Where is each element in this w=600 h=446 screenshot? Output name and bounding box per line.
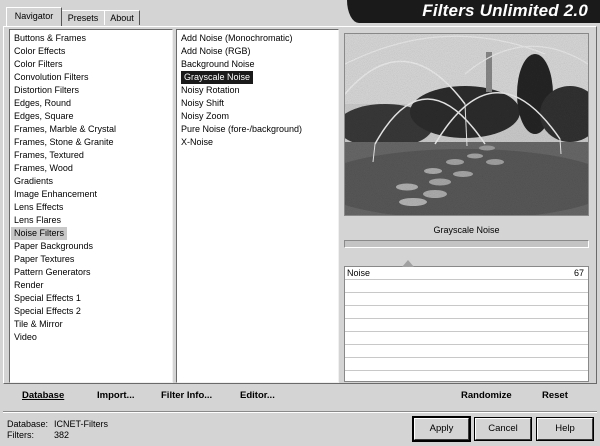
reset-button[interactable]: Reset — [542, 390, 568, 401]
category-item[interactable]: Image Enhancement — [10, 188, 172, 201]
filter-item[interactable]: Grayscale Noise — [181, 71, 254, 84]
category-item[interactable]: Video — [10, 331, 172, 344]
editor-label: Editor... — [240, 390, 275, 401]
param-row-empty — [345, 332, 588, 345]
filter-item[interactable]: Noisy Rotation — [177, 84, 338, 97]
cancel-button[interactable]: Cancel — [474, 417, 532, 441]
category-item[interactable]: Buttons & Frames — [10, 32, 172, 45]
randomize-button[interactable]: Randomize — [461, 390, 512, 401]
category-item[interactable]: Frames, Textured — [10, 149, 172, 162]
preview-image — [344, 33, 589, 216]
apply-button[interactable]: Apply — [412, 416, 471, 442]
category-item[interactable]: Lens Effects — [10, 201, 172, 214]
divider — [3, 411, 597, 413]
tab-navigator[interactable]: Navigator — [6, 7, 62, 26]
category-item[interactable]: Frames, Wood — [10, 162, 172, 175]
status-database-label: Database: — [7, 419, 49, 429]
param-row-empty — [345, 358, 588, 371]
param-row-noise[interactable]: Noise 67 — [345, 260, 588, 280]
status-filters-value: 382 — [54, 430, 70, 440]
reset-label: Reset — [542, 390, 568, 401]
category-item[interactable]: Pattern Generators — [10, 266, 172, 279]
filter-item[interactable]: Add Noise (Monochromatic) — [177, 32, 338, 45]
progress-bar — [344, 240, 589, 248]
category-item[interactable]: Frames, Marble & Crystal — [10, 123, 172, 136]
category-item[interactable]: Edges, Round — [10, 97, 172, 110]
category-item[interactable]: Lens Flares — [10, 214, 172, 227]
category-item[interactable]: Paper Backgrounds — [10, 240, 172, 253]
category-item[interactable]: Convolution Filters — [10, 71, 172, 84]
database-label: Database — [22, 390, 65, 401]
help-button[interactable]: Help — [536, 417, 594, 441]
param-row-empty — [345, 280, 588, 293]
category-item[interactable]: Edges, Square — [10, 110, 172, 123]
category-item[interactable]: Paper Textures — [10, 253, 172, 266]
param-label: Noise — [347, 268, 371, 278]
database-button[interactable]: Database — [22, 390, 64, 401]
tab-about[interactable]: About — [104, 10, 140, 25]
status-filters-label: Filters: — [7, 430, 34, 440]
title-banner: Filters Unlimited 2.0 — [347, 0, 600, 23]
category-list[interactable]: Buttons & Frames Color Effects Color Filte… — [9, 29, 173, 383]
randomize-label: Randomize — [461, 390, 512, 401]
category-item[interactable]: Noise Filters — [11, 227, 68, 240]
category-item[interactable]: Color Effects — [10, 45, 172, 58]
import-button[interactable]: Import... — [97, 390, 134, 401]
category-item[interactable]: Special Effects 1 — [10, 292, 172, 305]
filter-list[interactable]: Add Noise (Monochromatic) Add Noise (RGB)… — [176, 29, 339, 383]
param-value: 67 — [573, 268, 584, 278]
param-row-empty — [345, 306, 588, 319]
filter-item[interactable]: Pure Noise (fore-/background) — [177, 123, 338, 136]
status-database-value: ICNET-Filters — [54, 419, 108, 429]
category-item[interactable]: Color Filters — [10, 58, 172, 71]
category-item[interactable]: Frames, Stone & Granite — [10, 136, 172, 149]
parameter-panel: Noise 67 — [344, 260, 589, 382]
category-item[interactable]: Distortion Filters — [10, 84, 172, 97]
category-item[interactable]: Special Effects 2 — [10, 305, 172, 318]
status-database: Database: ICNET-Filters — [7, 419, 108, 429]
param-row-empty — [345, 293, 588, 306]
tab-presets[interactable]: Presets — [61, 10, 105, 25]
filter-info-label: Filter Info... — [161, 390, 213, 401]
editor-button[interactable]: Editor... — [240, 390, 275, 401]
param-row-empty — [345, 345, 588, 358]
preview-caption: Grayscale Noise — [433, 225, 500, 235]
slider-thumb-icon[interactable] — [402, 260, 414, 267]
filter-item[interactable]: Background Noise — [177, 58, 338, 71]
filter-item[interactable]: Add Noise (RGB) — [177, 45, 338, 58]
filter-info-button[interactable]: Filter Info... — [161, 390, 212, 401]
import-label: Import... — [97, 390, 135, 401]
filter-item[interactable]: X-Noise — [177, 136, 338, 149]
filter-item[interactable]: Noisy Zoom — [177, 110, 338, 123]
category-item[interactable]: Gradients — [10, 175, 172, 188]
param-row-empty — [345, 319, 588, 332]
filter-item[interactable]: Noisy Shift — [177, 97, 338, 110]
status-filters: Filters: 382 — [7, 430, 69, 440]
category-item[interactable]: Tile & Mirror — [10, 318, 172, 331]
category-item[interactable]: Render — [10, 279, 172, 292]
app-title: Filters Unlimited 2.0 — [422, 1, 588, 20]
